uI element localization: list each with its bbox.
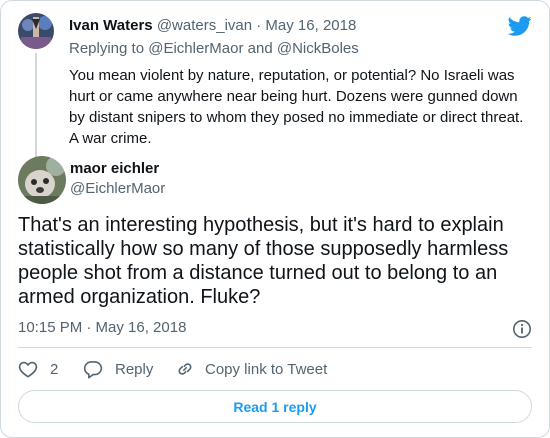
copy-link-label: Copy link to Tweet [205, 360, 328, 378]
parent-text-line: A war crime. [69, 130, 152, 147]
parent-tweet-text: You mean violent by nature, reputation, … [69, 65, 544, 149]
reply-bubble-icon [83, 361, 103, 379]
replying-to-user-1[interactable]: @EichlerMaor [148, 40, 243, 57]
parent-text-line: You mean violent by nature, reputation, … [69, 67, 515, 84]
main-author-handle[interactable]: @EichlerMaor [70, 180, 165, 197]
replying-to-and: and [243, 40, 277, 57]
link-icon [178, 363, 192, 375]
replying-to-prefix: Replying to [69, 40, 149, 57]
main-text-line: That's an interesting hypothesis, but it… [18, 214, 504, 236]
avatar-image [18, 13, 54, 49]
parent-handle-date[interactable]: @waters_ivan · May 16, 2018 [157, 17, 357, 34]
parent-text-line: hurt or came anywhere near being hurt. D… [69, 88, 518, 105]
read-replies-button[interactable]: Read 1 reply [18, 390, 532, 423]
parent-header: Ivan Waters @waters_ivan · May 16, 2018 [69, 17, 356, 34]
reply-label: Reply [115, 360, 154, 378]
copy-link-button[interactable]: Copy link to Tweet [175, 359, 327, 379]
parent-author-name[interactable]: Ivan Waters [69, 17, 153, 34]
main-text-line: statistically how so many of those suppo… [18, 238, 509, 260]
tweet-timestamp[interactable]: 10:15 PM · May 16, 2018 [18, 319, 186, 336]
main-text-line: armed organization. Fluke? [18, 286, 261, 308]
parent-text-line: by distant snipers to whom they posed no… [69, 109, 524, 126]
divider [18, 347, 532, 348]
main-tweet-text: That's an interesting hypothesis, but it… [18, 213, 533, 309]
heart-icon [18, 361, 38, 378]
replying-to: Replying to @EichlerMaor and @NickBoles [69, 40, 359, 57]
avatar-maor-eichler[interactable] [18, 156, 66, 204]
tweet-card: Ivan Waters @waters_ivan · May 16, 2018 … [0, 0, 550, 438]
like-count: 2 [50, 360, 59, 378]
thread-line [35, 53, 37, 163]
info-icon[interactable] [512, 319, 532, 339]
avatar-ivan-waters[interactable] [18, 13, 54, 49]
twitter-bird-icon[interactable] [508, 14, 532, 38]
reply-button[interactable]: Reply [83, 359, 153, 379]
main-author-name[interactable]: maor eichler [70, 160, 159, 177]
avatar-image [18, 156, 66, 204]
like-button[interactable]: 2 [18, 359, 58, 379]
main-text-line: people shot from a distance turned out t… [18, 262, 498, 284]
replying-to-user-2[interactable]: @NickBoles [277, 40, 359, 57]
